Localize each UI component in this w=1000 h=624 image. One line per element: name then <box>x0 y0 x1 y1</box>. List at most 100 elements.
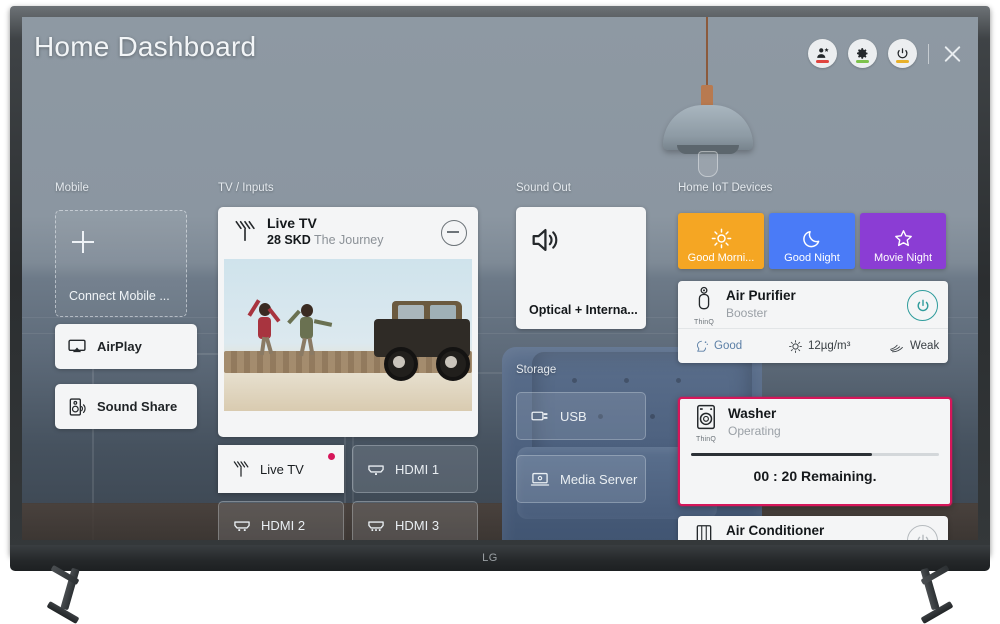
tv-device: Home Dashboard Mobile Connect Mobile ...… <box>0 0 1000 624</box>
close-icon[interactable] <box>940 42 964 66</box>
iot-device-air-purifier[interactable]: ThinQ Air Purifier Booster Good 12µg/m³ … <box>678 281 948 363</box>
section-label-mobile: Mobile <box>55 182 89 194</box>
mobile-item-airplay[interactable]: AirPlay <box>55 324 197 369</box>
moon-icon <box>802 230 819 248</box>
input-tile-label: HDMI 1 <box>395 461 440 477</box>
plus-icon <box>72 231 94 253</box>
air-purifier-header: ThinQ Air Purifier Booster <box>678 281 948 328</box>
storage-item-usb[interactable]: USB <box>516 392 646 440</box>
device-title: Air Purifier <box>726 288 796 303</box>
scene-label: Good Night <box>784 252 840 264</box>
media-server-icon <box>530 472 550 486</box>
iot-device-washer[interactable]: ThinQ Washer Operating 00 : 20 Remaining… <box>678 397 952 506</box>
usb-icon <box>531 411 548 421</box>
stat-wind: Weak <box>888 339 939 354</box>
power-icon <box>917 534 928 540</box>
live-tv-program: The Journey <box>314 233 384 247</box>
progress-fill <box>691 453 873 456</box>
gear-accent <box>856 60 869 63</box>
thinq-label: ThinQ <box>693 319 715 326</box>
live-tv-status-badge <box>328 453 335 460</box>
user-profile-glyph <box>817 47 829 58</box>
input-tile-label: HDMI 2 <box>261 517 306 533</box>
iot-device-air-conditioner[interactable]: Air Conditioner Off <box>678 516 948 540</box>
device-title: Air Conditioner <box>726 523 825 538</box>
gear-glyph <box>857 48 868 59</box>
section-label-sound-out: Sound Out <box>516 182 571 194</box>
power-refresh-glyph <box>897 48 908 59</box>
input-tile-hdmi-2[interactable]: HDMI 2 <box>218 501 344 540</box>
storage-item-label: Media Server <box>560 471 638 487</box>
power-icon <box>917 299 928 311</box>
section-label-tv-inputs: TV / Inputs <box>218 182 274 194</box>
odor-icon <box>696 340 708 352</box>
thinq-label: ThinQ <box>695 436 717 443</box>
page-title: Home Dashboard <box>34 31 257 62</box>
scene-movie-night[interactable]: Movie Night <box>860 213 946 269</box>
scene-good-night[interactable]: Good Night <box>769 213 855 269</box>
star-icon <box>894 230 912 247</box>
scene-label: Movie Night <box>873 252 933 264</box>
scene-good-morning[interactable]: Good Morni... <box>678 213 764 269</box>
home-dashboard-overlay: Home Dashboard Mobile Connect Mobile ...… <box>22 17 978 540</box>
stat-dust: 12µg/m³ <box>788 339 884 354</box>
input-tile-live-tv[interactable]: Live TV <box>218 445 344 493</box>
live-tv-preview-card[interactable]: Live TV 28 SKD The Journey <box>218 207 478 437</box>
connect-mobile-label: Connect Mobile ... <box>69 289 170 303</box>
scene-label: Good Morni... <box>687 252 755 264</box>
header-icon-group <box>808 39 964 68</box>
live-tv-preview-image <box>224 259 472 411</box>
antenna-icon <box>233 461 249 477</box>
hdmi-icon <box>368 521 384 531</box>
minus-circle-icon[interactable] <box>441 220 467 246</box>
input-tile-hdmi-1[interactable]: HDMI 1 <box>352 445 478 493</box>
power-toggle-button[interactable] <box>907 525 938 540</box>
washer-icon <box>697 404 715 430</box>
air-conditioner-brand <box>689 524 719 540</box>
header-divider <box>928 43 929 64</box>
user-profile-accent <box>816 60 829 63</box>
air-purifier-stats: Good 12µg/m³ Weak <box>678 328 948 363</box>
sun-icon <box>711 228 731 249</box>
thinq-brand: ThinQ <box>691 404 721 443</box>
sound-out-card[interactable]: Optical + Interna... <box>516 207 646 329</box>
antenna-icon <box>235 220 255 242</box>
hdmi-icon <box>234 521 250 531</box>
mobile-item-label: Sound Share <box>97 399 178 414</box>
air-purifier-icon <box>698 286 710 310</box>
mobile-item-sound-share[interactable]: Sound Share <box>55 384 197 429</box>
storage-item-label: USB <box>560 408 587 424</box>
washer-progress-area: 00 : 20 Remaining. <box>680 446 950 504</box>
stat-wind-value: Weak <box>910 340 940 352</box>
section-label-storage: Storage <box>516 364 557 376</box>
power-refresh-icon[interactable] <box>888 39 917 68</box>
device-status: Booster <box>726 306 768 320</box>
tv-stand-left <box>40 564 110 624</box>
hdmi-icon <box>368 465 384 475</box>
brand-logo-text: LG <box>482 552 498 564</box>
air-conditioner-icon <box>696 525 712 540</box>
wind-icon <box>890 344 903 352</box>
user-profile-icon[interactable] <box>808 39 837 68</box>
thinq-brand: ThinQ <box>689 286 719 326</box>
input-tile-hdmi-3[interactable]: HDMI 3 <box>352 501 478 540</box>
tv-screen: Home Dashboard Mobile Connect Mobile ...… <box>22 17 978 540</box>
washer-remaining-text: 00 : 20 Remaining. <box>753 468 877 484</box>
input-tile-label: Live TV <box>260 461 304 477</box>
live-tv-title: Live TV <box>267 215 317 231</box>
device-status: Operating <box>728 424 781 438</box>
live-tv-channel: 28 SKD <box>267 233 311 247</box>
progress-track <box>691 453 939 456</box>
stat-dust-value: 12µg/m³ <box>808 340 851 352</box>
device-title: Washer <box>728 406 777 421</box>
dust-icon <box>789 339 802 353</box>
washer-header: ThinQ Washer Operating <box>680 399 950 446</box>
speaker-icon <box>532 228 558 252</box>
storage-item-media-server[interactable]: Media Server <box>516 455 646 503</box>
gear-icon[interactable] <box>848 39 877 68</box>
section-label-home-iot: Home IoT Devices <box>678 182 773 194</box>
power-toggle-button[interactable] <box>907 290 938 321</box>
sound-out-label: Optical + Interna... <box>529 303 638 317</box>
stat-odor-value: Good <box>714 340 743 352</box>
connect-mobile-card[interactable]: Connect Mobile ... <box>55 210 187 317</box>
